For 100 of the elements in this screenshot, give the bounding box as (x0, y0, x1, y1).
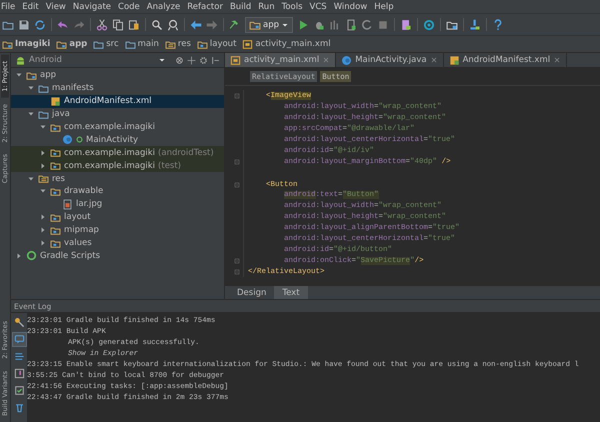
menu-item[interactable]: Window (334, 2, 368, 12)
folder-icon (38, 82, 49, 94)
settings-icon[interactable] (199, 56, 208, 64)
expand-arrow-icon[interactable] (15, 252, 23, 260)
search-icon[interactable] (151, 18, 163, 30)
bars-icon[interactable] (329, 18, 341, 30)
checkbox-icon[interactable] (12, 384, 26, 397)
breadcrumb-item[interactable]: layout (196, 38, 236, 50)
tree-item[interactable]: manifests (11, 82, 224, 95)
tree-item[interactable]: res (11, 172, 224, 186)
image-file-icon (62, 198, 73, 210)
xml-file-icon (230, 54, 241, 66)
run-config-dropdown[interactable]: app (245, 16, 293, 32)
run-icon[interactable] (297, 18, 309, 30)
menu-item[interactable]: Tools (282, 2, 303, 12)
box-icon[interactable] (12, 367, 26, 380)
menu-item[interactable]: View (46, 2, 66, 12)
breadcrumb-item[interactable]: Imagiki (2, 38, 50, 50)
sync-icon[interactable] (34, 18, 46, 30)
menu-item[interactable]: Edit (22, 2, 39, 12)
help-icon[interactable] (492, 18, 504, 30)
fold-marker-icon[interactable] (234, 158, 242, 166)
folder-icon (38, 173, 49, 184)
rotate-icon[interactable] (361, 18, 373, 30)
menu-item[interactable]: Build (230, 2, 252, 12)
editor-tab[interactable]: activity_main.xml (225, 53, 336, 67)
breadcrumb-item[interactable]: activity_main.xml (242, 38, 331, 50)
tree-item[interactable]: java (11, 108, 224, 121)
android-icon (15, 54, 26, 66)
wrench-icon[interactable] (12, 316, 26, 329)
class-icon (341, 54, 352, 66)
menu-item[interactable]: Refactor (187, 2, 223, 12)
breadcrumb-item[interactable]: src (93, 38, 119, 50)
tree-item[interactable]: mipmap (11, 224, 224, 237)
list-icon[interactable] (12, 350, 26, 363)
menu-item[interactable]: Navigate (72, 2, 112, 12)
folder-icon (164, 38, 176, 50)
tree-item[interactable]: com.example.imagiki (11, 120, 224, 134)
folder-icon (196, 38, 208, 50)
fold-marker-icon[interactable] (234, 256, 242, 264)
scissors-icon[interactable] (96, 18, 108, 30)
folder-icon (50, 212, 61, 223)
fold-marker-icon[interactable] (234, 268, 242, 276)
caret-icon (158, 56, 166, 64)
paste-icon[interactable] (128, 18, 140, 30)
gradle-icon (26, 250, 37, 262)
xml-file-icon (242, 38, 254, 50)
close-icon[interactable] (553, 56, 562, 64)
folder-icon (50, 224, 61, 236)
save-icon[interactable] (18, 18, 30, 30)
hammer-icon[interactable] (229, 18, 241, 30)
tree-item[interactable]: MainActivity (11, 133, 224, 146)
folder-icon (50, 238, 61, 249)
close-icon[interactable] (430, 56, 438, 64)
tree-item[interactable]: layout (11, 210, 224, 224)
folder-icon (50, 186, 61, 197)
find-icon[interactable] (167, 18, 179, 30)
locate-icon[interactable] (175, 56, 184, 64)
project-view-dropdown[interactable]: Android (15, 54, 172, 66)
module-folder-icon (2, 38, 13, 50)
menu-item[interactable]: Run (258, 2, 275, 12)
folder-icon (124, 38, 136, 50)
tree-item[interactable]: lar.jpg (11, 198, 224, 211)
menu-item[interactable]: Help (374, 2, 394, 12)
breadcrumb-item[interactable]: main (124, 38, 159, 50)
phone-icon[interactable] (345, 18, 357, 30)
tree-item[interactable]: drawable (11, 185, 224, 198)
manifest-file-icon (50, 96, 61, 107)
menu-item[interactable]: File (1, 2, 16, 12)
view-tab[interactable]: Design (229, 286, 274, 299)
comment-icon[interactable] (12, 333, 26, 346)
move-icon[interactable] (187, 56, 196, 64)
folder-icon (50, 147, 61, 158)
fold-marker-icon[interactable] (234, 92, 242, 100)
tree-item[interactable]: app (11, 69, 224, 82)
breadcrumb-item[interactable]: app (56, 38, 88, 50)
forward-arrow-icon[interactable] (206, 18, 218, 30)
menu-item[interactable]: Code (118, 2, 140, 12)
copy-icon[interactable] (112, 18, 124, 30)
close-icon[interactable] (322, 56, 330, 64)
tree-item[interactable]: values (11, 236, 224, 250)
tree-item[interactable]: Gradle Scripts (11, 249, 224, 262)
menu-item[interactable]: Analyze (146, 2, 180, 12)
undo-icon[interactable] (57, 18, 69, 30)
editor-tab[interactable]: AndroidManifest.xml (444, 53, 568, 67)
stop-icon[interactable] (377, 18, 389, 30)
back-arrow-icon[interactable] (190, 18, 202, 30)
redo-icon[interactable] (73, 18, 85, 30)
folder-icon (50, 122, 61, 132)
tree-item[interactable]: com.example.imagiki (test) (11, 159, 224, 172)
cycle-icon[interactable] (423, 18, 435, 30)
device-icon[interactable] (400, 18, 412, 30)
tree-item[interactable]: AndroidManifest.xml (11, 94, 224, 108)
fold-marker-icon[interactable] (234, 181, 242, 189)
editor-tab[interactable]: MainActivity.java (336, 53, 444, 67)
breadcrumb-item[interactable]: res (164, 38, 191, 50)
view-tab[interactable]: Text (274, 286, 308, 299)
menu-item[interactable]: VCS (310, 2, 327, 12)
tree-item[interactable]: com.example.imagiki (androidTest) (11, 146, 224, 160)
module-folder-icon (26, 70, 37, 81)
